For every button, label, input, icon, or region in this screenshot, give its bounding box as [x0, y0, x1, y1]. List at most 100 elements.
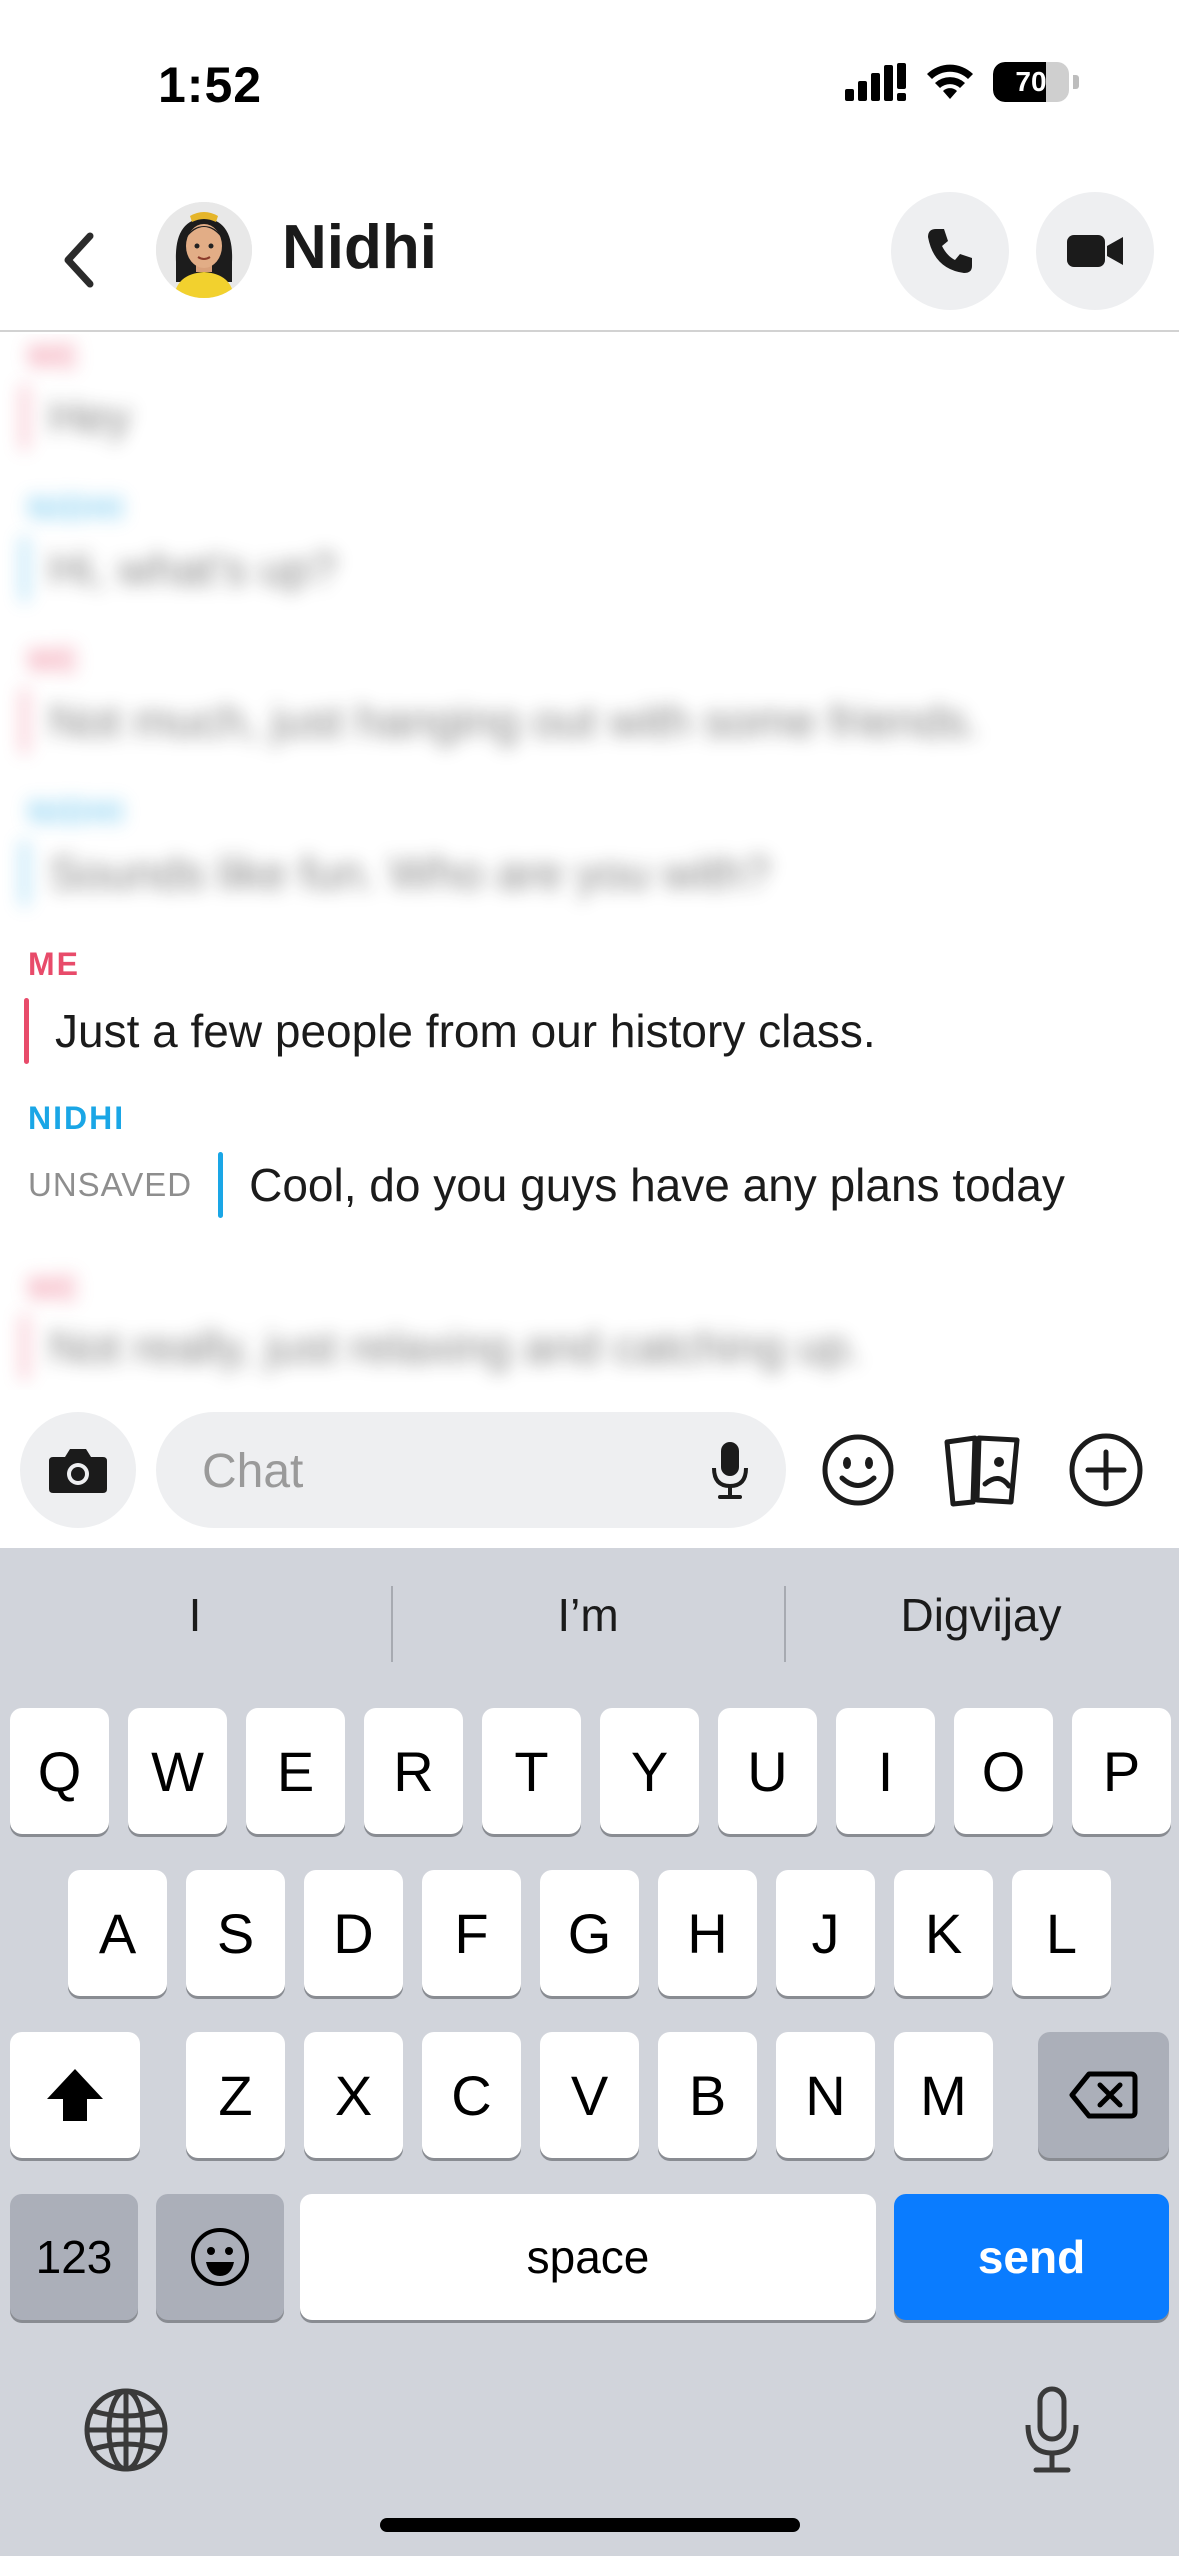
- contact-avatar[interactable]: [156, 202, 252, 298]
- predictive-bar: I I’m Digvijay: [0, 1548, 1179, 1698]
- delete-key[interactable]: [1038, 2032, 1169, 2158]
- globe-button[interactable]: [80, 2384, 172, 2476]
- key-m[interactable]: M: [894, 2032, 993, 2158]
- message-bar: [24, 998, 29, 1064]
- dictation-button[interactable]: [1010, 2380, 1094, 2480]
- message-line: Not really, just relaxing and catching u…: [22, 1314, 861, 1380]
- key-e[interactable]: E: [246, 1708, 345, 1834]
- more-actions-button[interactable]: [1066, 1430, 1146, 1510]
- emoji-key[interactable]: [156, 2194, 284, 2320]
- wifi-icon: [927, 64, 973, 99]
- suggestion-2[interactable]: I’m: [393, 1588, 783, 1642]
- key-f[interactable]: F: [422, 1870, 521, 1996]
- status-bar: 1:52 70: [0, 0, 1179, 160]
- key-v[interactable]: V: [540, 2032, 639, 2158]
- key-b[interactable]: B: [658, 2032, 757, 2158]
- plus-circle-icon: [1069, 1433, 1143, 1507]
- message-bar: [22, 840, 27, 906]
- contact-name[interactable]: Nidhi: [282, 212, 437, 283]
- space-key[interactable]: space: [300, 2194, 876, 2320]
- emoji-button[interactable]: [818, 1430, 898, 1510]
- chat-placeholder: Chat: [202, 1445, 304, 1498]
- status-icons: 70: [845, 62, 1079, 102]
- key-o[interactable]: O: [954, 1708, 1053, 1834]
- key-i[interactable]: I: [836, 1708, 935, 1834]
- key-j[interactable]: J: [776, 1870, 875, 1996]
- home-indicator[interactable]: [380, 2518, 800, 2532]
- key-n[interactable]: N: [776, 2032, 875, 2158]
- shift-arrow-icon: [47, 2069, 103, 2121]
- message-text: Cool, do you guys have any plans today: [249, 1159, 1065, 1211]
- message-sender: ME: [28, 642, 80, 678]
- message-bar: [22, 384, 27, 450]
- message-sender: ME: [28, 338, 80, 374]
- message-text: Not much, just hanging out with some fri…: [49, 695, 980, 747]
- cellular-signal-icon: [845, 63, 906, 101]
- key-s[interactable]: S: [186, 1870, 285, 1996]
- memories-button[interactable]: [942, 1430, 1022, 1510]
- message-sender: NIDHI: [28, 1100, 126, 1136]
- send-key[interactable]: send: [894, 2194, 1169, 2320]
- bitmoji-avatar-icon: [156, 202, 252, 298]
- key-w[interactable]: W: [128, 1708, 227, 1834]
- suggestion-1[interactable]: I: [0, 1588, 390, 1642]
- back-button[interactable]: [48, 220, 108, 300]
- message-list[interactable]: ME Hey NIDHI Hi, what's up? ME Not much,…: [0, 334, 1179, 1390]
- camera-icon: [49, 1449, 107, 1493]
- key-u[interactable]: U: [718, 1708, 817, 1834]
- key-y[interactable]: Y: [600, 1708, 699, 1834]
- status-time: 1:52: [158, 57, 263, 113]
- key-z[interactable]: Z: [186, 2032, 285, 2158]
- key-l[interactable]: L: [1012, 1870, 1111, 1996]
- battery-nub: [1073, 75, 1079, 89]
- message-line: Sounds like fun. Who are you with?: [22, 840, 770, 906]
- video-camera-icon: [1067, 235, 1123, 267]
- keyboard: I I’m Digvijay Q W E R T Y U I O P A S D…: [0, 1548, 1179, 2556]
- message-line: Hey: [22, 384, 131, 450]
- shift-key[interactable]: [10, 2032, 140, 2158]
- key-p[interactable]: P: [1072, 1708, 1171, 1834]
- message-text: Hi, what's up?: [49, 543, 337, 595]
- key-d[interactable]: D: [304, 1870, 403, 1996]
- smiley-icon: [822, 1434, 894, 1506]
- chat-header: Nidhi: [0, 160, 1179, 332]
- microphone-icon[interactable]: [710, 1440, 750, 1500]
- message-line: UNSAVED Cool, do you guys have any plans…: [0, 1152, 1065, 1218]
- message-line: Just a few people from our history class…: [24, 998, 876, 1064]
- unsaved-label: UNSAVED: [28, 1166, 193, 1203]
- key-x[interactable]: X: [304, 2032, 403, 2158]
- suggestion-3[interactable]: Digvijay: [786, 1588, 1176, 1642]
- key-r[interactable]: R: [364, 1708, 463, 1834]
- key-a[interactable]: A: [68, 1870, 167, 1996]
- key-h[interactable]: H: [658, 1870, 757, 1996]
- camera-button[interactable]: [20, 1412, 136, 1528]
- key-k[interactable]: K: [894, 1870, 993, 1996]
- video-call-button[interactable]: [1036, 192, 1154, 310]
- stickers-cards-icon: [944, 1435, 1020, 1507]
- emoji-keyboard-icon: [191, 2228, 249, 2286]
- chat-input-bar: Chat: [0, 1390, 1179, 1548]
- message-sender: NIDHI: [28, 490, 126, 526]
- voice-call-button[interactable]: [891, 192, 1009, 310]
- numbers-key[interactable]: 123: [10, 2194, 138, 2320]
- message-text: Just a few people from our history class…: [55, 1005, 876, 1057]
- key-c[interactable]: C: [422, 2032, 521, 2158]
- chat-input[interactable]: Chat: [156, 1412, 786, 1528]
- message-bar: [22, 688, 27, 754]
- phone-icon: [928, 229, 972, 273]
- message-sender: NIDHI: [28, 794, 126, 830]
- key-q[interactable]: Q: [10, 1708, 109, 1834]
- battery-icon: 70: [993, 62, 1069, 102]
- message-line: Hi, what's up?: [22, 536, 336, 602]
- message-bar: [22, 536, 27, 602]
- globe-icon: [84, 2388, 168, 2472]
- key-g[interactable]: G: [540, 1870, 639, 1996]
- key-t[interactable]: T: [482, 1708, 581, 1834]
- message-sender: ME: [28, 946, 80, 982]
- battery-level: 70: [1015, 66, 1047, 97]
- message-text: Hey: [49, 391, 131, 443]
- backspace-icon: [1069, 2071, 1137, 2119]
- message-line: Not much, just hanging out with some fri…: [22, 688, 980, 754]
- message-bar: [218, 1152, 224, 1218]
- message-text: Not really, just relaxing and catching u…: [49, 1321, 862, 1373]
